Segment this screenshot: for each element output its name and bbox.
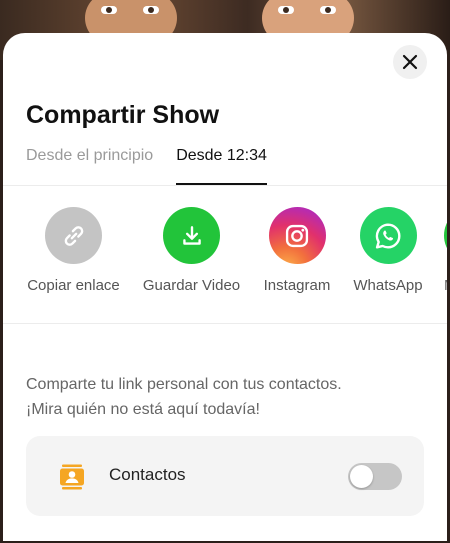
instagram-icon (285, 224, 309, 247)
divider (3, 185, 447, 186)
share-label: Copiar enlace (27, 277, 120, 294)
contacts-icon (58, 463, 86, 496)
share-circle (163, 207, 220, 264)
divider (3, 323, 447, 324)
description-line: ¡Mira quién no está aquí todavía! (26, 401, 260, 418)
close-button[interactable] (393, 45, 427, 79)
description-line: Comparte tu link personal con tus contac… (26, 376, 342, 393)
eye (278, 6, 294, 14)
whatsapp-icon (375, 222, 401, 249)
eye (143, 6, 159, 14)
eye (320, 6, 336, 14)
share-description: Comparte tu link personal con tus contac… (26, 372, 426, 422)
share-label: Guardar Video (142, 277, 241, 294)
download-icon (182, 225, 201, 245)
share-circle (268, 207, 326, 264)
share-label: WhatsApp (353, 277, 423, 294)
share-options-row: Copiar enlace Guardar Video Instagram Wh… (3, 207, 447, 317)
tab-from-beginning[interactable]: Desde el principio (26, 147, 153, 185)
share-save-video[interactable]: Guardar Video (139, 207, 244, 294)
share-instagram[interactable]: Instagram (247, 207, 347, 294)
share-tabs: Desde el principio Desde 12:34 (26, 147, 267, 185)
share-circle (45, 207, 102, 264)
contacts-card[interactable]: Contactos (26, 436, 424, 516)
share-label: M (444, 277, 447, 294)
tab-from-timestamp[interactable]: Desde 12:34 (176, 147, 267, 185)
contacts-label: Contactos (109, 465, 186, 484)
share-circle (359, 207, 417, 264)
share-more-app[interactable]: M (444, 207, 447, 294)
share-sheet: Compartir Show Desde el principio Desde … (3, 33, 447, 541)
eye (101, 6, 117, 14)
toggle-knob (350, 465, 373, 488)
share-copy-link[interactable]: Copiar enlace (21, 207, 126, 294)
close-icon (402, 54, 418, 70)
share-label: Instagram (263, 277, 331, 294)
share-whatsapp[interactable]: WhatsApp (345, 207, 431, 294)
link-icon (64, 225, 83, 246)
share-circle (444, 207, 447, 264)
contacts-toggle[interactable] (348, 463, 402, 490)
sheet-title: Compartir Show (26, 101, 220, 129)
